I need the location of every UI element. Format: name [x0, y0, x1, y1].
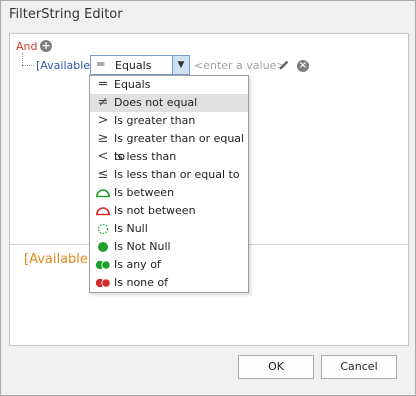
operator-option-label: Equals	[114, 78, 151, 91]
operator-option-any-of[interactable]: Is any of	[90, 256, 248, 274]
operator-combobox[interactable]: ═ Equals ▼	[90, 55, 190, 75]
operator-option-between[interactable]: Is between	[90, 184, 248, 202]
operator-dropdown-list: ═ Equals ≠ Does not equal > Is greater t…	[89, 75, 249, 293]
equals-icon: ═	[99, 77, 107, 92]
none-of-icon	[95, 274, 111, 292]
not-between-icon	[95, 202, 111, 220]
ok-button[interactable]: OK	[238, 355, 314, 379]
operator-option-label: Is between	[114, 186, 175, 199]
field-name-link[interactable]: [Available]	[36, 59, 94, 72]
operator-option-label: Is Not Null	[114, 240, 171, 253]
between-icon	[95, 184, 111, 202]
operator-option-none-of[interactable]: Is none of	[90, 274, 248, 292]
operator-option-less-equal[interactable]: ≤ Is less than or equal to	[90, 166, 248, 184]
add-condition-icon[interactable]: +	[40, 40, 52, 52]
operator-option-greater-equal[interactable]: ≥ Is greater than or equal to	[90, 130, 248, 163]
operator-option-label: Is none of	[114, 276, 169, 289]
filter-preview-text: [Available]	[24, 252, 93, 267]
remove-condition-icon[interactable]: ×	[297, 60, 309, 72]
operator-selected-value: Equals	[115, 59, 152, 72]
operator-option-label: Is less than or equal to	[114, 168, 240, 181]
pencil-icon[interactable]	[278, 59, 290, 71]
tree-connector-vertical	[22, 53, 23, 65]
greater-than-icon: >	[97, 113, 109, 128]
operator-option-greater-than[interactable]: > Is greater than	[90, 112, 248, 130]
cancel-button[interactable]: Cancel	[321, 355, 397, 379]
filterstring-editor-dialog: FilterString Editor And + [Available] ═ …	[0, 0, 416, 396]
operator-option-label: Is Null	[114, 222, 148, 235]
operator-option-label: Is less than	[114, 150, 177, 163]
operator-option-not-between[interactable]: Is not between	[90, 202, 248, 220]
operator-option-label: Is not between	[114, 204, 196, 217]
chevron-down-icon[interactable]: ▼	[172, 56, 189, 74]
operator-option-label: Is greater than	[114, 114, 196, 127]
not-null-icon	[95, 238, 111, 256]
operator-option-equals[interactable]: ═ Equals	[90, 76, 248, 94]
group-operator-and[interactable]: And	[16, 40, 37, 53]
operator-option-is-null[interactable]: Is Null	[90, 220, 248, 238]
window-title: FilterString Editor	[9, 7, 123, 22]
value-input-placeholder[interactable]: <enter a value>	[194, 59, 286, 72]
tree-connector-horizontal	[22, 65, 34, 66]
equals-icon: ═	[97, 57, 105, 71]
operator-option-does-not-equal[interactable]: ≠ Does not equal	[90, 94, 248, 112]
any-of-icon	[95, 256, 111, 274]
not-equal-icon: ≠	[97, 95, 109, 110]
operator-option-is-not-null[interactable]: Is Not Null	[90, 238, 248, 256]
less-than-icon: <	[97, 149, 109, 164]
operator-option-label: Does not equal	[114, 96, 198, 109]
less-equal-icon: ≤	[97, 167, 109, 182]
operator-option-label: Is any of	[114, 258, 161, 271]
null-icon	[95, 220, 111, 238]
greater-equal-icon: ≥	[97, 131, 109, 146]
operator-option-less-than[interactable]: < Is less than	[90, 148, 248, 166]
